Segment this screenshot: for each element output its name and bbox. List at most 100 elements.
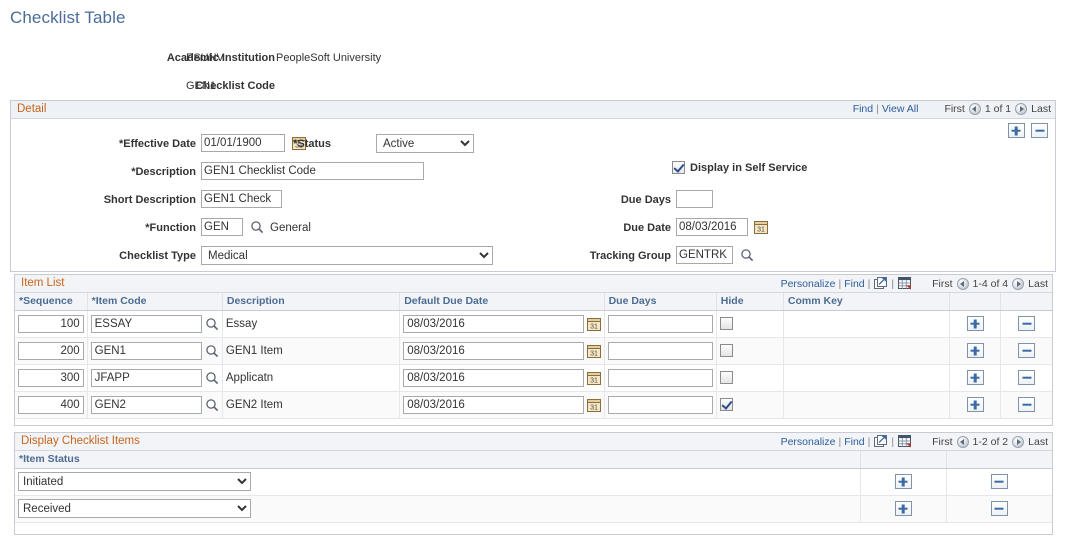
delete-row-button[interactable] bbox=[990, 501, 1008, 516]
delete-row-button[interactable] bbox=[1018, 343, 1036, 358]
add-row-button[interactable] bbox=[966, 397, 984, 412]
cell-item-status: InitiatedReceivedCompletedWaivedIncomple… bbox=[15, 495, 861, 523]
checklist-code-label: Checklist Code bbox=[0, 80, 275, 92]
item-list-body: Essay 31 GEN1 Item 31 Applicatn 31 GEN2 Item 31 bbox=[15, 310, 1052, 419]
detail-last-label[interactable]: Last bbox=[1031, 103, 1051, 115]
item-list-header: Item List Personalize | Find | | First 1… bbox=[15, 275, 1052, 293]
download-to-excel-icon[interactable] bbox=[898, 435, 912, 448]
cell-delete-row bbox=[946, 468, 1052, 496]
sequence-input[interactable] bbox=[18, 395, 84, 414]
add-row-button[interactable] bbox=[966, 316, 984, 331]
delete-row-button[interactable] bbox=[1018, 397, 1036, 412]
detail-first-label[interactable]: First bbox=[944, 103, 964, 115]
checklist-type-select[interactable]: MedicalAdmissionsFinancial AidGeneral bbox=[201, 246, 493, 265]
cell-hide bbox=[716, 337, 784, 365]
default-due-date-input[interactable] bbox=[403, 341, 584, 360]
status-select[interactable]: ActiveInactive bbox=[376, 134, 474, 153]
display-in-self-service-checkbox[interactable] bbox=[672, 161, 685, 174]
item-list-last-label[interactable]: Last bbox=[1028, 278, 1048, 290]
due-date-input[interactable] bbox=[676, 218, 748, 236]
cell-item-code bbox=[87, 337, 223, 365]
cell-add-row bbox=[949, 364, 1002, 392]
display-items-previous-arrow-icon[interactable] bbox=[956, 435, 969, 448]
sequence-input[interactable] bbox=[18, 341, 84, 360]
function-lookup-icon[interactable] bbox=[250, 220, 264, 234]
add-row-button[interactable] bbox=[894, 474, 912, 489]
default-due-date-calendar-icon[interactable]: 31 bbox=[586, 344, 601, 358]
table-row: Applicatn 31 bbox=[15, 364, 1052, 392]
default-due-date-calendar-icon[interactable]: 31 bbox=[586, 317, 601, 331]
item-list-personalize-link[interactable]: Personalize bbox=[781, 278, 836, 290]
short-description-input[interactable] bbox=[201, 190, 282, 208]
due-days-input[interactable] bbox=[676, 190, 713, 208]
detail-add-row-button[interactable] bbox=[1007, 123, 1025, 138]
item-status-select[interactable]: InitiatedReceivedCompletedWaivedIncomple… bbox=[18, 472, 251, 491]
display-items-first-label[interactable]: First bbox=[932, 436, 952, 448]
tracking-group-lookup-icon[interactable] bbox=[740, 248, 754, 262]
display-items-next-arrow-icon[interactable] bbox=[1012, 435, 1025, 448]
due-date-calendar-icon[interactable]: 31 bbox=[754, 220, 768, 234]
default-due-date-calendar-icon[interactable]: 31 bbox=[586, 398, 601, 412]
cell-description: Essay bbox=[222, 310, 401, 338]
display-items-find-link[interactable]: Find bbox=[844, 436, 864, 448]
description-text: Essay bbox=[225, 317, 258, 330]
hide-checkbox[interactable] bbox=[719, 344, 733, 357]
item-code-lookup-icon[interactable] bbox=[205, 344, 219, 358]
cell-sequence bbox=[15, 337, 88, 365]
detail-next-arrow-icon[interactable] bbox=[1015, 103, 1028, 115]
hide-checkbox[interactable] bbox=[719, 398, 733, 411]
item-status-select[interactable]: InitiatedReceivedCompletedWaivedIncomple… bbox=[18, 499, 251, 518]
detail-find-link[interactable]: Find bbox=[853, 103, 873, 115]
item-code-lookup-icon[interactable] bbox=[205, 317, 219, 331]
item-code-input[interactable] bbox=[90, 395, 202, 414]
tracking-group-input[interactable] bbox=[676, 246, 733, 264]
due-days-input[interactable] bbox=[607, 395, 713, 414]
display-items-last-label[interactable]: Last bbox=[1028, 436, 1048, 448]
download-to-excel-icon[interactable] bbox=[898, 277, 912, 290]
cell-description: Applicatn bbox=[222, 364, 401, 392]
zoom-new-window-icon[interactable] bbox=[874, 277, 888, 290]
display-items-personalize-link[interactable]: Personalize bbox=[781, 436, 836, 448]
column-header-delete-row bbox=[946, 451, 1052, 469]
delete-row-button[interactable] bbox=[990, 474, 1008, 489]
item-code-input[interactable] bbox=[90, 368, 202, 387]
delete-row-button[interactable] bbox=[1018, 316, 1036, 331]
detail-view-all-link[interactable]: View All bbox=[882, 103, 919, 115]
item-code-lookup-icon[interactable] bbox=[205, 398, 219, 412]
due-days-input[interactable] bbox=[607, 314, 713, 333]
item-code-lookup-icon[interactable] bbox=[205, 371, 219, 385]
item-list-next-arrow-icon[interactable] bbox=[1012, 277, 1025, 290]
due-days-input[interactable] bbox=[607, 341, 713, 360]
cell-add-row bbox=[949, 391, 1002, 419]
item-list-find-link[interactable]: Find bbox=[844, 278, 864, 290]
add-row-button[interactable] bbox=[894, 501, 912, 516]
hide-checkbox[interactable] bbox=[719, 371, 733, 384]
item-code-input[interactable] bbox=[90, 341, 202, 360]
zoom-new-window-icon[interactable] bbox=[874, 435, 888, 448]
sequence-input[interactable] bbox=[18, 314, 84, 333]
hide-checkbox[interactable] bbox=[719, 317, 733, 330]
item-list-previous-arrow-icon[interactable] bbox=[956, 277, 969, 290]
function-input[interactable] bbox=[201, 218, 243, 236]
item-list-first-label[interactable]: First bbox=[932, 278, 952, 290]
default-due-date-input[interactable] bbox=[403, 314, 584, 333]
default-due-date-input[interactable] bbox=[403, 368, 584, 387]
cell-hide bbox=[716, 364, 784, 392]
description-input[interactable] bbox=[201, 162, 424, 180]
sequence-input[interactable] bbox=[18, 368, 84, 387]
default-due-date-calendar-icon[interactable]: 31 bbox=[586, 371, 601, 385]
add-row-button[interactable] bbox=[966, 343, 984, 358]
due-days-input[interactable] bbox=[607, 368, 713, 387]
default-due-date-input[interactable] bbox=[403, 395, 584, 414]
detail-previous-arrow-icon[interactable] bbox=[968, 103, 981, 115]
display-items-row-counter: 1-2 of 2 bbox=[972, 435, 1009, 448]
delete-row-button[interactable] bbox=[1018, 370, 1036, 385]
svg-text:31: 31 bbox=[590, 404, 598, 411]
add-row-button[interactable] bbox=[966, 370, 984, 385]
short-description-label: Short Description bbox=[103, 194, 196, 206]
detail-row-buttons bbox=[1007, 123, 1048, 138]
academic-institution-description: PeopleSoft University bbox=[276, 52, 382, 64]
cell-default-due-date: 31 bbox=[399, 364, 605, 392]
item-code-input[interactable] bbox=[90, 314, 202, 333]
detail-delete-row-button[interactable] bbox=[1031, 123, 1048, 138]
